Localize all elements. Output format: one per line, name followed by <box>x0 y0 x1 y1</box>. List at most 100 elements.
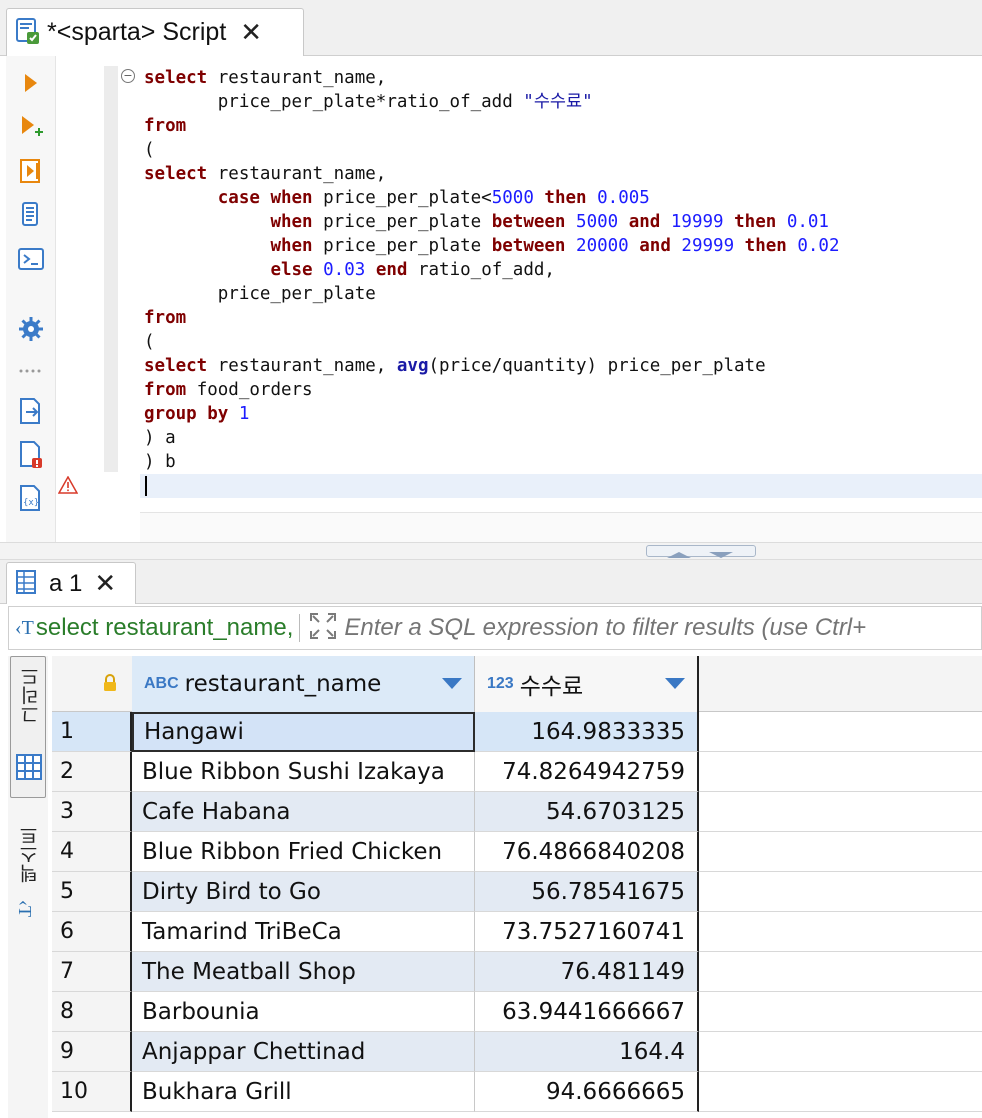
panel-splitter[interactable] <box>0 542 982 560</box>
sql-code-editor[interactable]: select restaurant_name, price_per_plate*… <box>144 66 840 474</box>
sort-arrow-icon[interactable] <box>665 678 685 689</box>
code-line[interactable]: ) b <box>144 450 840 474</box>
fee-cell[interactable]: 74.8264942759 <box>475 752 699 792</box>
row-number[interactable]: 10 <box>52 1072 132 1112</box>
row-number[interactable]: 4 <box>52 832 132 872</box>
query-text-label[interactable]: select restaurant_name, <box>36 614 293 642</box>
sql-keyword: select <box>144 164 208 184</box>
table-row[interactable]: 1 Hangawi 164.9833335 <box>52 712 982 752</box>
restaurant-name-cell[interactable]: The Meatball Shop <box>132 952 475 992</box>
table-row[interactable]: 4 Blue Ribbon Fried Chicken 76.4866840208 <box>52 832 982 872</box>
fee-cell[interactable]: 76.481149 <box>475 952 699 992</box>
code-line[interactable]: from <box>144 306 840 330</box>
row-number[interactable]: 3 <box>52 792 132 832</box>
row-number[interactable]: 5 <box>52 872 132 912</box>
results-tab-a1[interactable]: a 1 ✕ <box>6 562 136 604</box>
explain-plan-icon[interactable] <box>16 200 46 230</box>
grid-view-label: 그리드 <box>20 667 42 724</box>
code-line[interactable]: from <box>144 114 840 138</box>
table-row[interactable]: 10 Bukhara Grill 94.6666665 <box>52 1072 982 1112</box>
fee-cell[interactable]: 56.78541675 <box>475 872 699 912</box>
sql-string: "수수료" <box>523 92 593 112</box>
table-row[interactable]: 8 Barbounia 63.9441666667 <box>52 992 982 1032</box>
code-line[interactable]: when price_per_plate between 5000 and 19… <box>144 210 840 234</box>
execute-new-tab-icon[interactable] <box>16 112 46 142</box>
sql-keyword: then <box>544 188 587 208</box>
restaurant-name-cell[interactable]: Blue Ribbon Fried Chicken <box>132 832 475 872</box>
row-number[interactable]: 9 <box>52 1032 132 1072</box>
sql-query-icon[interactable]: ‹T <box>15 617 34 640</box>
restaurant-name-cell[interactable]: Hangawi <box>132 712 475 752</box>
execute-script-icon[interactable] <box>16 156 46 186</box>
fee-cell[interactable]: 164.4 <box>475 1032 699 1072</box>
export-icon[interactable] <box>16 396 46 426</box>
code-line[interactable]: select restaurant_name, avg(price/quanti… <box>144 354 840 378</box>
sql-number: 1 <box>238 404 250 424</box>
text-view-tab[interactable]: 텍스트 ‹T <box>10 822 46 932</box>
row-number[interactable]: 1 <box>52 712 132 752</box>
restaurant-name-cell[interactable]: Cafe Habana <box>132 792 475 832</box>
problems-icon[interactable] <box>16 440 46 470</box>
restaurant-name-cell[interactable]: Dirty Bird to Go <box>132 872 475 912</box>
more-icon[interactable] <box>16 356 46 386</box>
execute-statement-icon[interactable] <box>16 68 46 98</box>
fee-cell[interactable]: 54.6703125 <box>475 792 699 832</box>
table-row[interactable]: 7 The Meatball Shop 76.481149 <box>52 952 982 992</box>
fee-cell[interactable]: 73.7527160741 <box>475 912 699 952</box>
sort-arrow-icon[interactable] <box>442 678 462 689</box>
fee-cell[interactable]: 94.6666665 <box>475 1072 699 1112</box>
grid-view-tab[interactable]: 그리드 <box>10 656 46 798</box>
table-row[interactable]: 2 Blue Ribbon Sushi Izakaya 74.8264942759 <box>52 752 982 792</box>
restaurant-name-cell[interactable]: Anjappar Chettinad <box>132 1032 475 1072</box>
restaurant-name-cell[interactable]: Tamarind TriBeCa <box>132 912 475 952</box>
row-number[interactable]: 7 <box>52 952 132 992</box>
table-row[interactable]: 9 Anjappar Chettinad 164.4 <box>52 1032 982 1072</box>
column-header-restaurant-name[interactable]: ABC restaurant_name <box>132 656 475 712</box>
row-number[interactable]: 8 <box>52 992 132 1032</box>
code-line[interactable]: select restaurant_name, <box>144 66 840 90</box>
expand-filter-icon[interactable] <box>308 611 338 645</box>
column-header-fee[interactable]: 123 수수료 <box>475 656 699 712</box>
script-editor-tab[interactable]: *<sparta> Script ✕ <box>6 8 304 56</box>
sql-number: 29999 <box>681 236 735 256</box>
sql-keyword: from <box>144 116 187 136</box>
row-number[interactable]: 6 <box>52 912 132 952</box>
code-line[interactable]: when price_per_plate between 20000 and 2… <box>144 234 839 258</box>
code-line[interactable]: group by 1 <box>144 402 840 426</box>
code-line[interactable]: else 0.03 end ratio_of_add, <box>144 258 840 282</box>
restaurant-name-cell[interactable]: Barbounia <box>132 992 475 1032</box>
fee-cell[interactable]: 164.9833335 <box>475 712 699 752</box>
filter-input[interactable] <box>344 614 935 642</box>
close-icon[interactable]: ✕ <box>240 17 262 48</box>
fee-cell[interactable]: 63.9441666667 <box>475 992 699 1032</box>
editor-horizontal-scrollbar[interactable] <box>140 512 982 542</box>
row-number[interactable]: 2 <box>52 752 132 792</box>
code-line[interactable]: price_per_plate*ratio_of_add "수수료" <box>144 90 840 114</box>
code-line[interactable]: ( <box>144 138 840 162</box>
terminal-icon[interactable] <box>16 244 46 274</box>
text-mode-icon: ‹T <box>15 900 35 917</box>
code-line[interactable]: ) a <box>144 426 840 450</box>
restaurant-name-cell[interactable]: Blue Ribbon Sushi Izakaya <box>132 752 475 792</box>
sql-token: price_per_plate <box>312 212 492 232</box>
sql-token: (price/quantity) price_per_plate <box>428 356 766 376</box>
collapse-icon[interactable]: − <box>121 69 135 83</box>
code-line[interactable]: from food_orders <box>144 378 840 402</box>
variables-icon[interactable]: {x} <box>16 484 46 514</box>
code-line[interactable]: case when price_per_plate<5000 then 0.00… <box>144 186 840 210</box>
table-row[interactable]: 6 Tamarind TriBeCa 73.7527160741 <box>52 912 982 952</box>
gear-icon[interactable] <box>16 314 46 344</box>
code-line[interactable]: price_per_plate <box>144 282 840 306</box>
code-line[interactable]: select restaurant_name, <box>144 162 840 186</box>
splitter-handle[interactable] <box>646 545 756 558</box>
table-row[interactable]: 5 Dirty Bird to Go 56.78541675 <box>52 872 982 912</box>
code-line[interactable]: ( <box>144 330 840 354</box>
restaurant-name-cell[interactable]: Bukhara Grill <box>132 1072 475 1112</box>
fee-cell[interactable]: 76.4866840208 <box>475 832 699 872</box>
sql-keyword: select <box>144 356 208 376</box>
table-row[interactable]: 3 Cafe Habana 54.6703125 <box>52 792 982 832</box>
close-icon[interactable]: ✕ <box>94 568 116 599</box>
